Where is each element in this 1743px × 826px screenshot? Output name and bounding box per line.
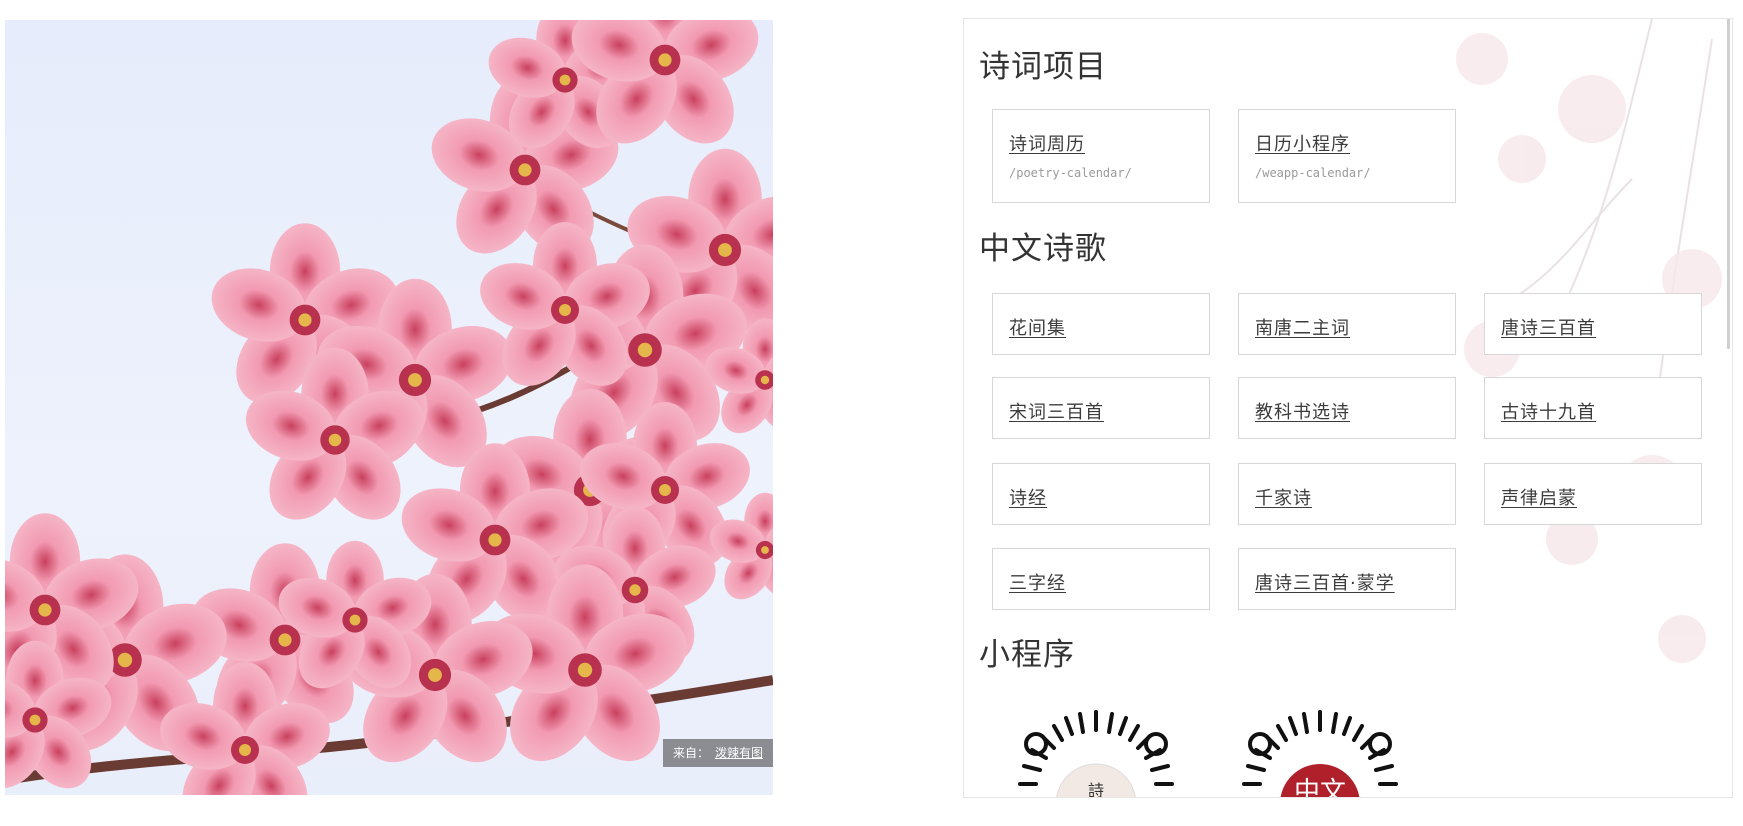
content-card: 诗词项目 诗词周历 /poetry-calendar/ 日历小程序 /weapp… xyxy=(963,18,1733,798)
section-title-projects: 诗词项目 xyxy=(979,49,1107,85)
tile-link[interactable]: 声律启蒙 xyxy=(1501,484,1577,510)
qr2-char: 中文 xyxy=(1294,777,1346,798)
tile-path: /poetry-calendar/ xyxy=(1009,166,1132,180)
tile-link[interactable]: 古诗十九首 xyxy=(1501,398,1596,424)
tile-poem[interactable]: 教科书选诗 xyxy=(1238,377,1456,439)
tile-link[interactable]: 宋词三百首 xyxy=(1009,398,1104,424)
tile-poem[interactable]: 唐诗三百首 xyxy=(1484,293,1702,355)
section-title-miniprograms: 小程序 xyxy=(979,637,1075,673)
tile-link[interactable]: 诗词周历 xyxy=(1009,130,1085,156)
cherry-blossom-illustration xyxy=(5,20,773,795)
tile-link[interactable]: 千家诗 xyxy=(1255,484,1312,510)
tile-link[interactable]: 诗经 xyxy=(1009,484,1047,510)
tile-link[interactable]: 日历小程序 xyxy=(1255,130,1350,156)
tile-poem[interactable]: 宋词三百首 xyxy=(992,377,1210,439)
qr-code-poetry-miniprogram[interactable]: 詩 xyxy=(996,704,1196,798)
tile-poem[interactable]: 唐诗三百首·蒙学 xyxy=(1238,548,1456,610)
photo-credit: 来自： 泼辣有图 xyxy=(662,739,773,767)
tile-path: /weapp-calendar/ xyxy=(1255,166,1371,180)
tile-link[interactable]: 教科书选诗 xyxy=(1255,398,1350,424)
cherry-blossom-photo: 来自： 泼辣有图 xyxy=(5,20,773,795)
qr1-char: 詩 xyxy=(1088,781,1104,798)
tile-link[interactable]: 唐诗三百首·蒙学 xyxy=(1255,569,1395,595)
tile-weapp-calendar[interactable]: 日历小程序 /weapp-calendar/ xyxy=(1238,109,1456,203)
section-title-poems: 中文诗歌 xyxy=(979,231,1107,267)
qr-code-chinese-miniprogram[interactable]: 中文 xyxy=(1220,704,1420,798)
tile-poem[interactable]: 古诗十九首 xyxy=(1484,377,1702,439)
tile-link[interactable]: 三字经 xyxy=(1009,569,1066,595)
tile-link[interactable]: 唐诗三百首 xyxy=(1501,314,1596,340)
tile-poem[interactable]: 三字经 xyxy=(992,548,1210,610)
tile-poetry-calendar[interactable]: 诗词周历 /poetry-calendar/ xyxy=(992,109,1210,203)
scrollbar[interactable] xyxy=(1727,19,1730,349)
tile-poem[interactable]: 千家诗 xyxy=(1238,463,1456,525)
tile-poem[interactable]: 诗经 xyxy=(992,463,1210,525)
tile-poem[interactable]: 声律启蒙 xyxy=(1484,463,1702,525)
tile-poem[interactable]: 南唐二主词 xyxy=(1238,293,1456,355)
tile-link[interactable]: 南唐二主词 xyxy=(1255,314,1350,340)
tile-link[interactable]: 花间集 xyxy=(1009,314,1066,340)
photo-credit-link[interactable]: 泼辣有图 xyxy=(715,746,763,760)
photo-credit-prefix: 来自： xyxy=(672,746,709,760)
tile-poem[interactable]: 花间集 xyxy=(992,293,1210,355)
